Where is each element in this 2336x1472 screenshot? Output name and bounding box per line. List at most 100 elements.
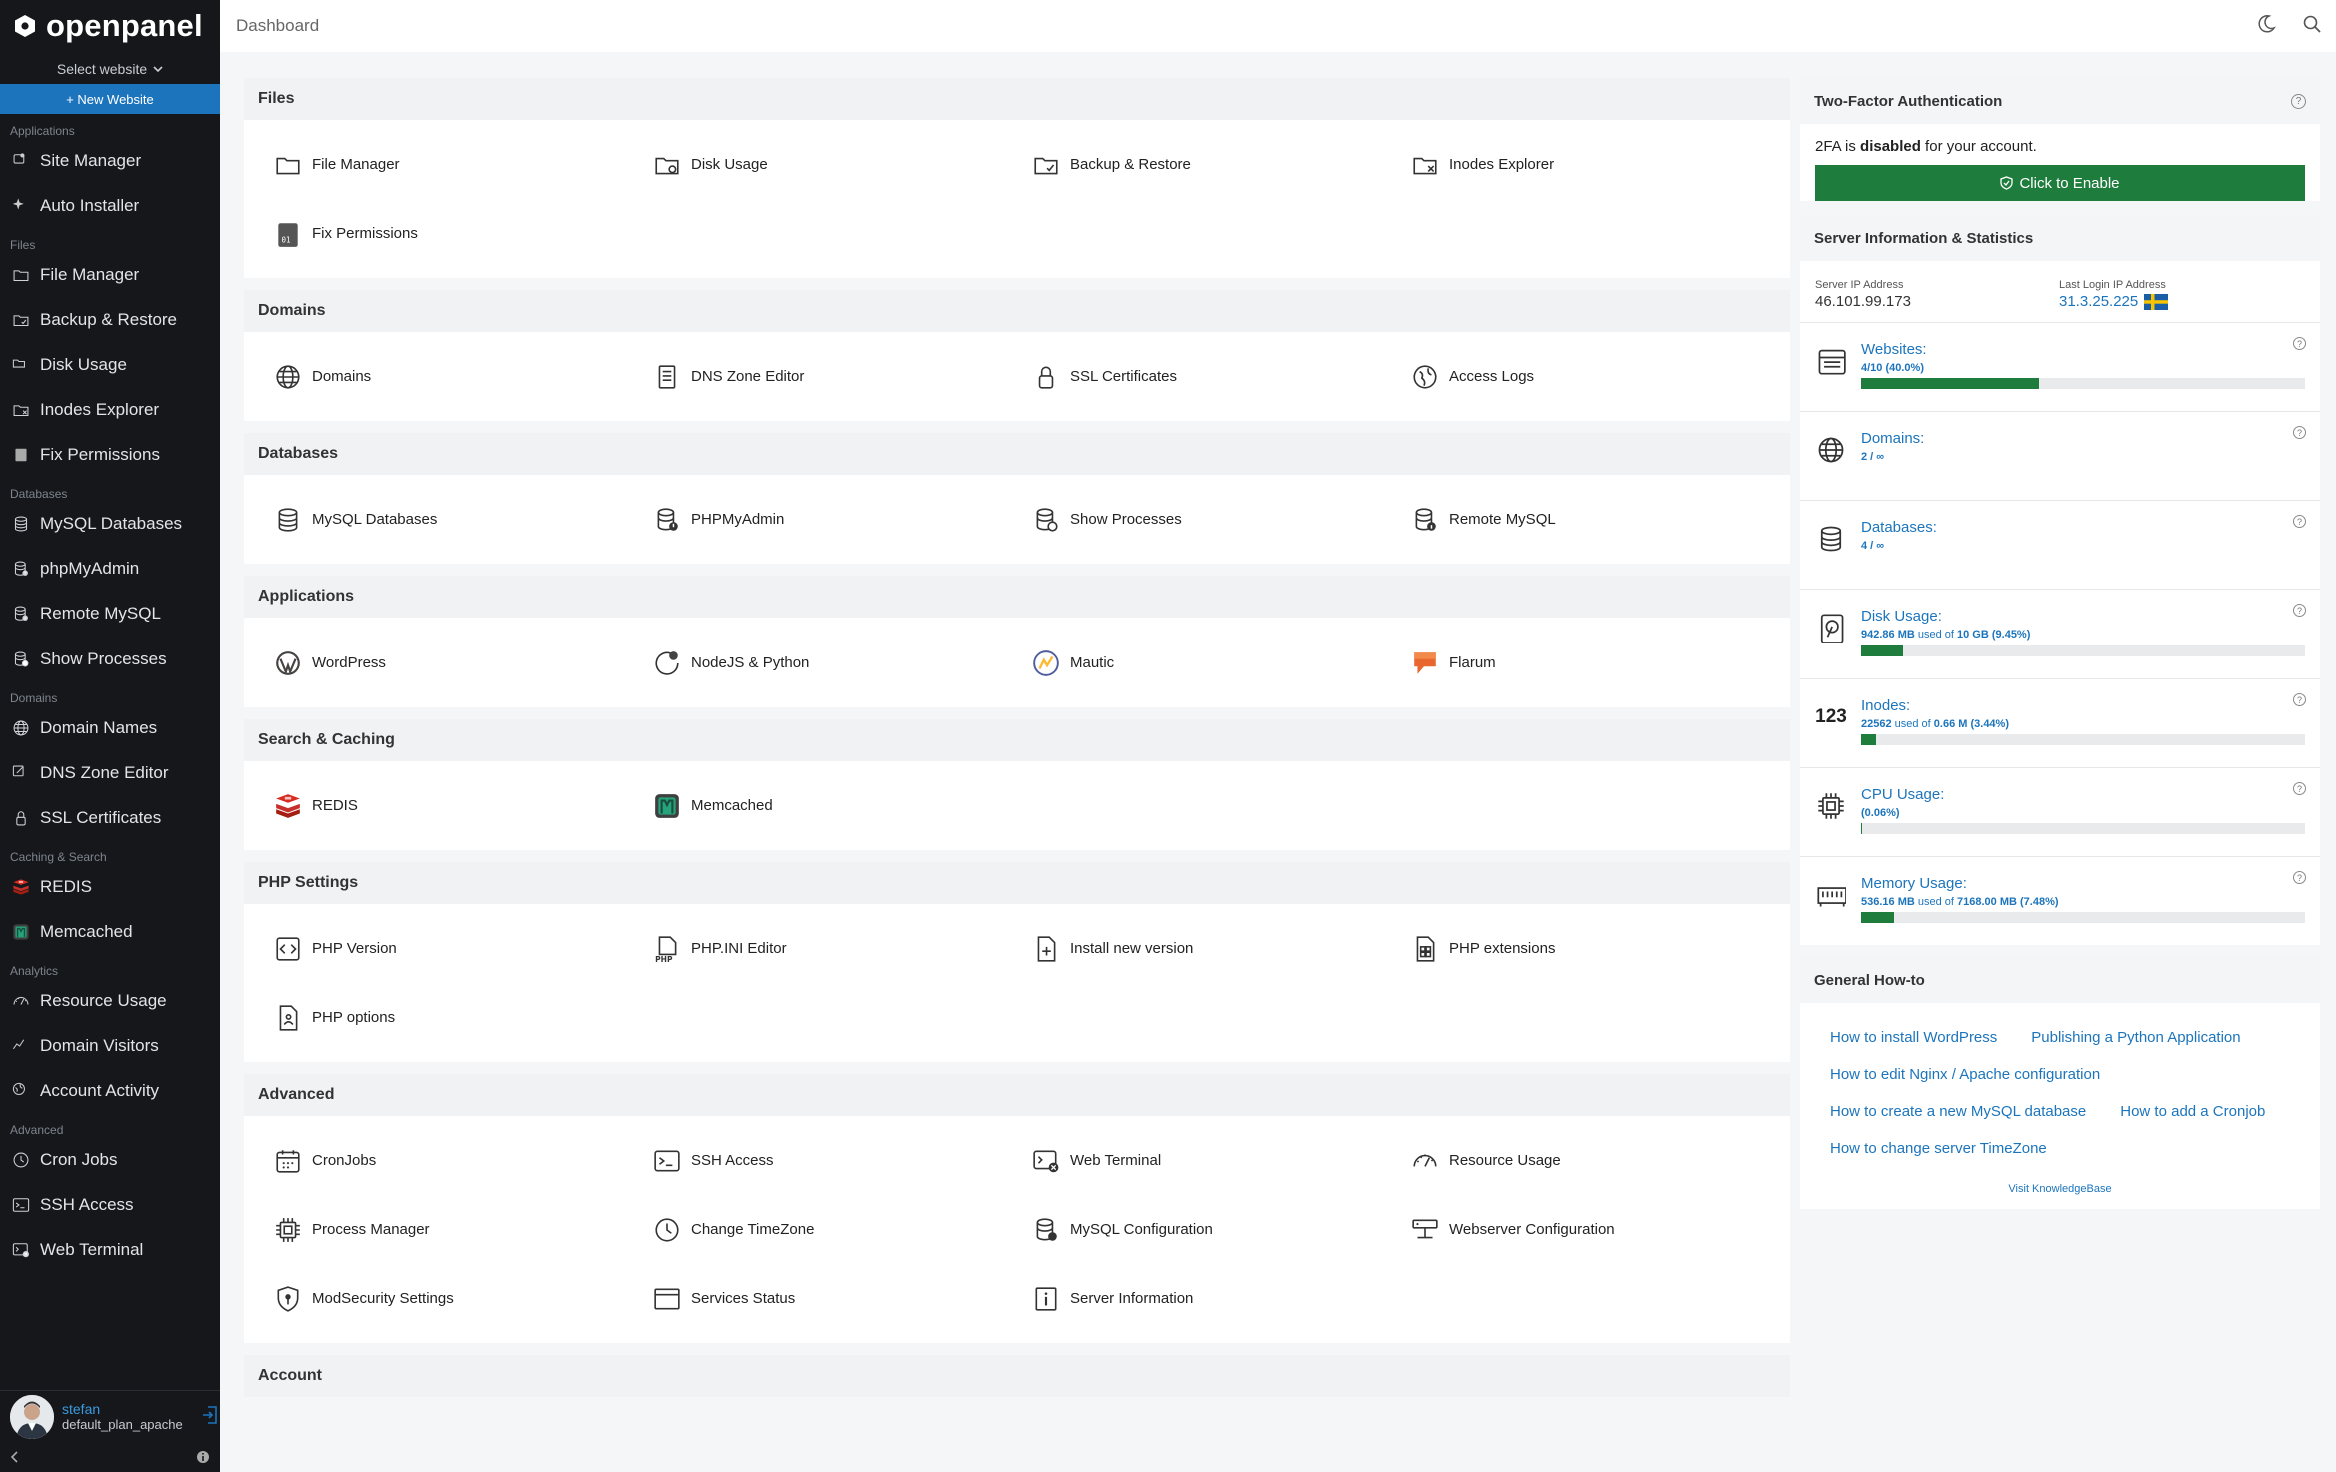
tile-disk-usage[interactable]: Disk Usage bbox=[653, 130, 1032, 199]
howto-link[interactable]: How to add a Cronjob bbox=[2120, 1093, 2265, 1130]
help-icon[interactable]: ? bbox=[2293, 782, 2306, 795]
tile-dns-zone-editor[interactable]: DNS Zone Editor bbox=[653, 342, 1032, 411]
sidebar-footer bbox=[0, 1442, 220, 1472]
sidebar-item-backup-restore[interactable]: Backup & Restore bbox=[0, 297, 220, 342]
tile-webserver-configuration[interactable]: Webserver Configuration bbox=[1411, 1195, 1790, 1264]
sidebar-item-web-terminal[interactable]: Web Terminal bbox=[0, 1227, 220, 1272]
tile-backup-restore[interactable]: Backup & Restore bbox=[1032, 130, 1411, 199]
tile-php-options[interactable]: PHP options bbox=[274, 983, 653, 1052]
tile-php-version[interactable]: PHP Version bbox=[274, 914, 653, 983]
tile-mysql-databases[interactable]: MySQL Databases bbox=[274, 485, 653, 554]
stat-label[interactable]: Websites: bbox=[1861, 341, 2305, 358]
sidebar-item-mysql-databases[interactable]: MySQL Databases bbox=[0, 501, 220, 546]
enable-2fa-button[interactable]: Click to Enable bbox=[1815, 165, 2305, 201]
progress-fill bbox=[1861, 378, 2039, 389]
sidebar-item-label: Disk Usage bbox=[40, 354, 127, 374]
knowledgebase-link[interactable]: Visit KnowledgeBase bbox=[1800, 1175, 2320, 1209]
tile-memcached[interactable]: Memcached bbox=[653, 771, 1032, 840]
tile-remote-mysql[interactable]: Remote MySQL bbox=[1411, 485, 1790, 554]
tile-ssl-certificates[interactable]: SSL Certificates bbox=[1032, 342, 1411, 411]
topbar: Dashboard bbox=[220, 0, 2336, 52]
tile-server-information[interactable]: Server Information bbox=[1032, 1264, 1411, 1333]
tile-fix-permissions[interactable]: 01 Fix Permissions bbox=[274, 199, 653, 268]
howto-link[interactable]: How to create a new MySQL database bbox=[1830, 1093, 2086, 1130]
stat-label[interactable]: Memory Usage: bbox=[1861, 875, 2305, 892]
tile-web-terminal[interactable]: Web Terminal bbox=[1032, 1126, 1411, 1195]
tile-domains[interactable]: Domains bbox=[274, 342, 653, 411]
logout-icon[interactable] bbox=[202, 1405, 218, 1425]
sidebar-item-domain-visitors[interactable]: Domain Visitors bbox=[0, 1023, 220, 1068]
server-info-header: Server Information & Statistics bbox=[1800, 215, 2320, 261]
help-icon[interactable]: ? bbox=[2293, 871, 2306, 884]
stat-label[interactable]: CPU Usage: bbox=[1861, 786, 2305, 803]
avatar[interactable] bbox=[10, 1394, 54, 1439]
sidebar-item-memcached[interactable]: Memcached bbox=[0, 909, 220, 954]
sidebar-item-inodes-explorer[interactable]: Inodes Explorer bbox=[0, 387, 220, 432]
tile-file-manager[interactable]: File Manager bbox=[274, 130, 653, 199]
tile-services-status[interactable]: Services Status bbox=[653, 1264, 1032, 1333]
sidebar-item-auto-installer[interactable]: Auto Installer bbox=[0, 183, 220, 228]
disk-icon bbox=[12, 359, 25, 368]
user-name[interactable]: stefan bbox=[62, 1401, 183, 1417]
tile-nodejs-python[interactable]: NodeJS & Python bbox=[653, 628, 1032, 697]
select-website-dropdown[interactable]: Select website bbox=[0, 54, 220, 84]
logo[interactable]: openpanel bbox=[0, 0, 220, 52]
dark-mode-icon[interactable] bbox=[2256, 14, 2276, 34]
sidebar-item-redis[interactable]: REDIS bbox=[0, 864, 220, 909]
help-icon[interactable]: ? bbox=[2291, 93, 2306, 109]
help-icon[interactable]: ? bbox=[2293, 337, 2306, 350]
howto-link[interactable]: Publishing a Python Application bbox=[2031, 1019, 2240, 1056]
tile-resource-usage[interactable]: Resource Usage bbox=[1411, 1126, 1790, 1195]
sidebar-item-fix-permissions[interactable]: Fix Permissions bbox=[0, 432, 220, 477]
howto-link[interactable]: How to change server TimeZone bbox=[1830, 1130, 2047, 1167]
sidebar-item-ssh-access[interactable]: SSH Access bbox=[0, 1182, 220, 1227]
tile-mysql-configuration[interactable]: MySQL Configuration bbox=[1032, 1195, 1411, 1264]
tile-access-logs[interactable]: Access Logs bbox=[1411, 342, 1790, 411]
tile-redis[interactable]: REDIS bbox=[274, 771, 653, 840]
stat-label[interactable]: Databases: bbox=[1861, 519, 2305, 536]
tile-mautic[interactable]: Mautic bbox=[1032, 628, 1411, 697]
sidebar-item-phpmyadmin[interactable]: phpMyAdmin bbox=[0, 546, 220, 591]
tile-label: PHP Version bbox=[312, 940, 397, 957]
tile-php-extensions[interactable]: PHP extensions bbox=[1411, 914, 1790, 983]
tile-php-ini-editor[interactable]: PHP PHP.INI Editor bbox=[653, 914, 1032, 983]
collapse-sidebar-icon[interactable] bbox=[10, 1451, 20, 1463]
tile-ssh-access[interactable]: SSH Access bbox=[653, 1126, 1032, 1195]
tile-change-timezone[interactable]: Change TimeZone bbox=[653, 1195, 1032, 1264]
stat-label[interactable]: Disk Usage: bbox=[1861, 608, 2305, 625]
help-icon[interactable]: ? bbox=[2293, 693, 2306, 706]
sidebar-item-resource-usage[interactable]: Resource Usage bbox=[0, 978, 220, 1023]
help-icon[interactable]: ? bbox=[2293, 515, 2306, 528]
sidebar-item-domain-names[interactable]: Domain Names bbox=[0, 705, 220, 750]
howto-link[interactable]: How to install WordPress bbox=[1830, 1019, 1997, 1056]
tile-phpmyadmin[interactable]: PHPMyAdmin bbox=[653, 485, 1032, 554]
sidebar-item-disk-usage[interactable]: Disk Usage bbox=[0, 342, 220, 387]
search-icon[interactable] bbox=[2302, 14, 2322, 34]
howto-link[interactable]: How to edit Nginx / Apache configuration bbox=[1830, 1056, 2100, 1093]
sidebar-item-remote-mysql[interactable]: Remote MySQL bbox=[0, 591, 220, 636]
tile-cronjobs[interactable]: CronJobs bbox=[274, 1126, 653, 1195]
sidebar-item-site-manager[interactable]: Site Manager bbox=[0, 138, 220, 183]
sidebar-item-show-processes[interactable]: Show Processes bbox=[0, 636, 220, 681]
tile-process-manager[interactable]: Process Manager bbox=[274, 1195, 653, 1264]
tile-flarum[interactable]: Flarum bbox=[1411, 628, 1790, 697]
info-icon[interactable] bbox=[196, 1450, 210, 1464]
last-login-ip[interactable]: 31.3.25.225 bbox=[2059, 293, 2303, 310]
sidebar-item-ssl-certificates[interactable]: SSL Certificates bbox=[0, 795, 220, 840]
new-website-button[interactable]: + New Website bbox=[0, 84, 220, 114]
stat-label[interactable]: Inodes: bbox=[1861, 697, 2305, 714]
sidebar-item-file-manager[interactable]: File Manager bbox=[0, 252, 220, 297]
user-block[interactable]: stefan default_plan_apache bbox=[0, 1390, 220, 1442]
help-icon[interactable]: ? bbox=[2293, 426, 2306, 439]
tile-show-processes[interactable]: Show Processes bbox=[1032, 485, 1411, 554]
services-icon bbox=[654, 1288, 680, 1309]
help-icon[interactable]: ? bbox=[2293, 604, 2306, 617]
tile-wordpress[interactable]: WordPress bbox=[274, 628, 653, 697]
sidebar-item-account-activity[interactable]: Account Activity bbox=[0, 1068, 220, 1113]
sidebar-item-dns-zone-editor[interactable]: DNS Zone Editor bbox=[0, 750, 220, 795]
tile-inodes-explorer[interactable]: Inodes Explorer bbox=[1411, 130, 1790, 199]
tile-install-new-version[interactable]: Install new version bbox=[1032, 914, 1411, 983]
tile-modsecurity-settings[interactable]: ModSecurity Settings bbox=[274, 1264, 653, 1333]
stat-label[interactable]: Domains: bbox=[1861, 430, 2305, 447]
sidebar-item-cron-jobs[interactable]: Cron Jobs bbox=[0, 1137, 220, 1182]
